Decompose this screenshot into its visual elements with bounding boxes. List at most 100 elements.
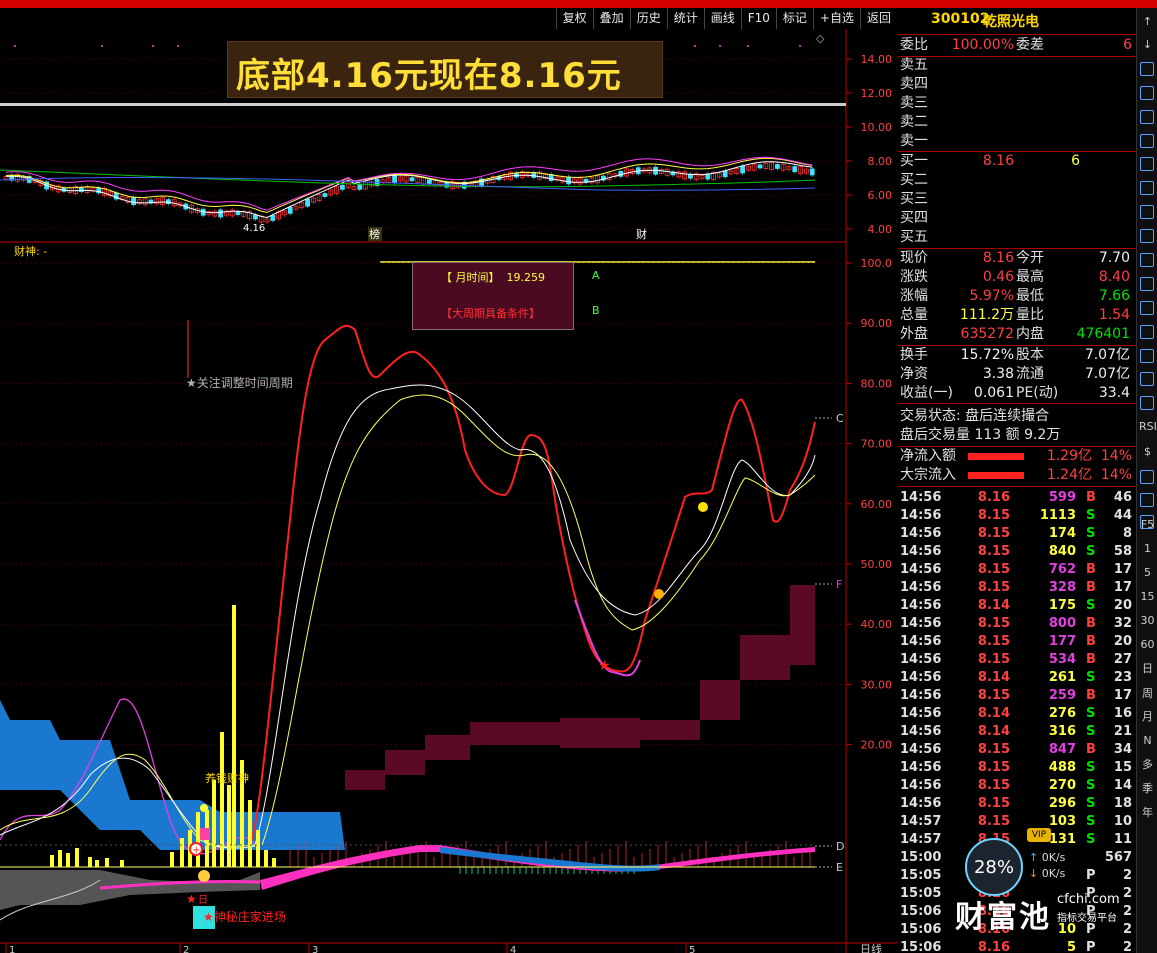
banner-text: 底部4.16元现在8.16元: [236, 56, 622, 96]
side-tool-23[interactable]: 1: [1139, 540, 1156, 557]
memory-gauge: 28%: [965, 838, 1023, 896]
toolbar-button-2[interactable]: 历史: [629, 8, 667, 29]
x-axis-label: 3: [312, 945, 318, 953]
side-tool-icon[interactable]: [1140, 110, 1154, 124]
volume-bar: [196, 812, 200, 867]
stat-label: 总量: [900, 307, 928, 323]
stat-label: 量比: [1016, 307, 1044, 323]
toolbar-button-1[interactable]: 叠加: [592, 8, 630, 29]
stock-header: 300102 乾照光电: [898, 8, 1136, 35]
toolbar-button-5[interactable]: F10: [740, 8, 776, 29]
stat-value: 5.97%: [969, 288, 1014, 304]
tick-count: 44: [1113, 508, 1132, 523]
side-tool-icon[interactable]: [1140, 470, 1154, 484]
tick-row: 14:56 8.15 1113 S 44: [898, 507, 1136, 525]
side-tool-1[interactable]: ↓: [1139, 36, 1156, 53]
flow-value: 1.29亿: [1046, 448, 1092, 464]
side-tool-icon[interactable]: [1140, 157, 1154, 171]
stat2-label: PE(动): [1016, 385, 1059, 401]
tick-side: S: [1086, 598, 1096, 613]
tick-side: S: [1086, 670, 1096, 685]
side-tool-icon[interactable]: [1140, 372, 1154, 386]
toolbar-button-3[interactable]: 统计: [666, 8, 704, 29]
side-tool-icon[interactable]: [1140, 349, 1154, 363]
side-tool-icon[interactable]: [1140, 181, 1154, 195]
side-tool-24[interactable]: 5: [1139, 564, 1156, 581]
tick-volume: 762: [1048, 562, 1076, 577]
right-tag: F: [836, 578, 842, 591]
side-tool-icon[interactable]: [1140, 301, 1154, 315]
side-tool-29[interactable]: 周: [1139, 685, 1156, 702]
price-banner: 底部4.16元现在8.16元: [227, 41, 663, 98]
tick-time: 14:57: [900, 814, 942, 829]
right-tag: E: [836, 861, 843, 874]
side-tool-28[interactable]: 日: [1139, 660, 1156, 677]
stat2-value: 33.4: [1098, 385, 1130, 401]
tick-count: 20: [1113, 598, 1132, 613]
side-tool-icon[interactable]: [1140, 277, 1154, 291]
side-tool-icon[interactable]: [1140, 205, 1154, 219]
stat2-label: 换手: [900, 347, 928, 363]
brand-name: 财富池: [955, 900, 1051, 935]
tick-time: 14:56: [900, 724, 942, 739]
lower-ytick-label: 50.00: [861, 558, 893, 571]
tick-time: 14:57: [900, 832, 942, 847]
side-tool-icon[interactable]: [1140, 253, 1154, 267]
tick-count: 23: [1113, 670, 1132, 685]
side-tool-22[interactable]: F5: [1139, 516, 1156, 533]
lower-ytick-label: 20.00: [861, 739, 893, 752]
stat2-row: 收益(一) 0.061 PE(动) 33.4: [898, 384, 1136, 403]
tick-price: 8.15: [977, 652, 1010, 667]
tick-price: 8.15: [977, 508, 1010, 523]
side-tool-33[interactable]: 季: [1139, 780, 1156, 797]
tick-price: 8.14: [977, 724, 1010, 739]
side-tool-26[interactable]: 30: [1139, 612, 1156, 629]
side-tool-32[interactable]: 多: [1139, 756, 1156, 773]
side-tool-27[interactable]: 60: [1139, 636, 1156, 653]
side-tool-icon[interactable]: [1140, 62, 1154, 76]
side-tool-icon[interactable]: [1140, 229, 1154, 243]
side-tool-30[interactable]: 月: [1139, 708, 1156, 725]
toolbar-button-0[interactable]: 复权: [555, 8, 593, 29]
tick-time: 14:56: [900, 616, 942, 631]
side-tool-18[interactable]: $: [1139, 443, 1156, 460]
resistance-line: [0, 103, 846, 106]
tick-time: 14:56: [900, 706, 942, 721]
stat2-value: 7.07亿: [1084, 347, 1130, 363]
toolbar-button-7[interactable]: +自选: [812, 8, 860, 29]
lower-ytick-label: 90.00: [861, 317, 893, 330]
tick-count: 46: [1113, 490, 1132, 505]
side-tool-0[interactable]: ↑: [1139, 13, 1156, 30]
tick-volume: 276: [1048, 706, 1076, 721]
tick-time: 14:56: [900, 490, 942, 505]
tick-count: 18: [1113, 796, 1132, 811]
side-tool-31[interactable]: N: [1139, 732, 1156, 749]
tick-time: 14:56: [900, 562, 942, 577]
tick-side: B: [1086, 688, 1096, 703]
tick-count: 17: [1113, 688, 1132, 703]
toolbar-button-8[interactable]: 返回: [859, 8, 897, 29]
toolbar-button-4[interactable]: 画线: [703, 8, 741, 29]
tick-side: B: [1086, 634, 1096, 649]
stat2-row: 净资 3.38 流通 7.07亿: [898, 365, 1136, 384]
side-tool-34[interactable]: 年: [1139, 804, 1156, 821]
side-tool-icon[interactable]: [1140, 493, 1154, 507]
net-speed: ↑ 0K/s ↓ 0K/s: [1029, 851, 1066, 880]
lower-ytick-label: 30.00: [861, 678, 893, 691]
separator: [898, 403, 1136, 404]
kline-chart[interactable]: 14.00 12.00 10.00 8.00 6.00 4.00 ◇ 4.16 榜 财财神: - 1…: [0, 29, 897, 953]
side-tool-icon[interactable]: [1140, 396, 1154, 410]
side-tool-icon[interactable]: [1140, 325, 1154, 339]
volume-bar: [232, 605, 236, 867]
side-tool-icon[interactable]: [1140, 86, 1154, 100]
side-tool-17[interactable]: RSI: [1139, 418, 1157, 435]
box-tag-b: B: [592, 304, 600, 317]
volume-bar: [170, 852, 174, 867]
volume-bar: [248, 800, 252, 867]
toolbar-button-6[interactable]: 标记: [775, 8, 813, 29]
low-price-label: 4.16: [243, 223, 265, 234]
side-tool-25[interactable]: 15: [1139, 588, 1156, 605]
tick-time: 14:56: [900, 760, 942, 775]
separator: [898, 486, 1136, 487]
side-tool-icon[interactable]: [1140, 134, 1154, 148]
